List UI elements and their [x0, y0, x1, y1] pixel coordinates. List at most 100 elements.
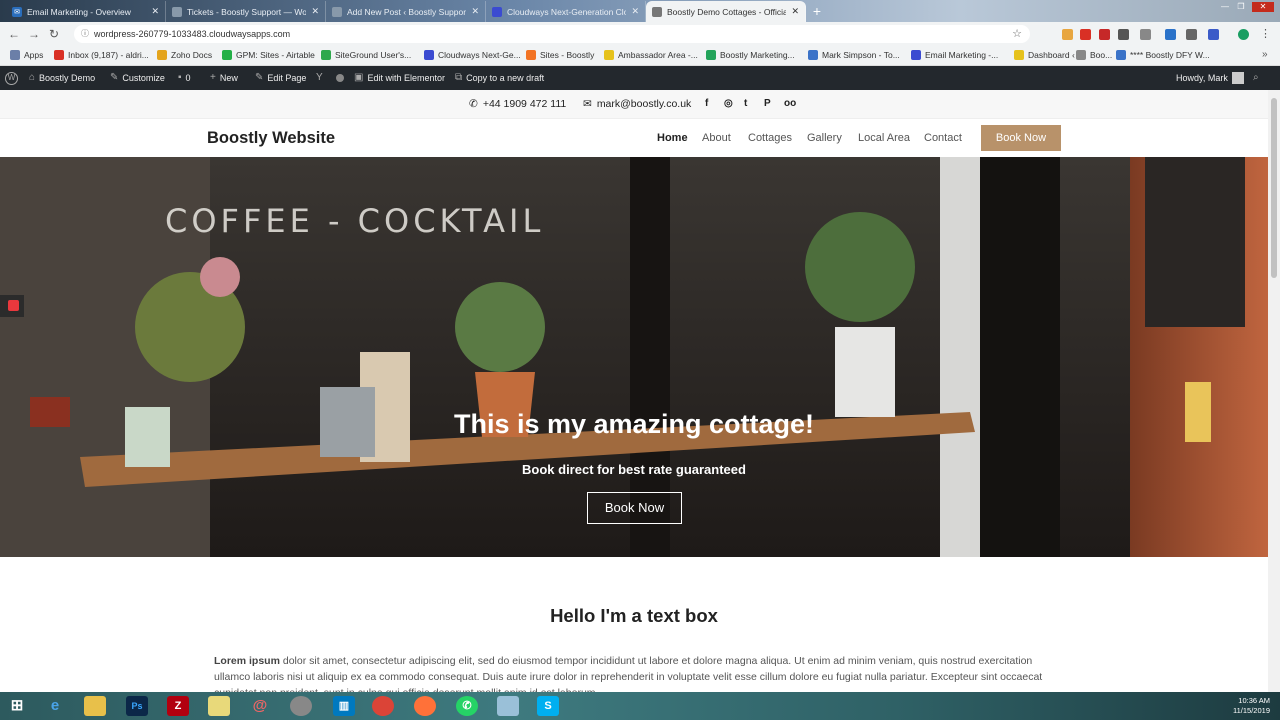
- bookmark-item[interactable]: Sites - Boostly: [526, 50, 594, 60]
- extension-icon[interactable]: [1208, 29, 1219, 40]
- browser-tab[interactable]: ✉ Email Marketing - Overview ✕: [6, 1, 166, 22]
- docs-icon: [1116, 50, 1126, 60]
- firefox-icon[interactable]: [414, 696, 436, 716]
- email-link[interactable]: ✉ mark@boostly.co.uk: [583, 98, 691, 110]
- browser-tab[interactable]: Add New Post ‹ Boostly Support ✕: [326, 1, 486, 22]
- close-tab-icon[interactable]: ✕: [151, 6, 159, 17]
- wp-account-menu[interactable]: Howdy, Mark: [1176, 66, 1244, 90]
- bookmark-item[interactable]: Apps: [10, 50, 43, 60]
- page-scrollbar[interactable]: [1268, 90, 1280, 692]
- folder-icon: [157, 50, 167, 60]
- wp-site-link[interactable]: ⌂ Boostly Demo: [29, 66, 95, 90]
- phone-link[interactable]: ✆ +44 1909 472 111: [469, 98, 566, 110]
- wp-comments-link[interactable]: ▪ 0: [178, 66, 191, 90]
- globe-icon: [332, 6, 342, 17]
- bookmark-item[interactable]: SiteGround User's...: [321, 50, 411, 60]
- menu-dots-icon[interactable]: ⋮: [1260, 27, 1271, 40]
- wp-customize-link[interactable]: ✎ Customize: [110, 66, 165, 90]
- bookmark-item[interactable]: **** Boostly DFY W...: [1116, 50, 1210, 60]
- close-tab-icon[interactable]: ✕: [631, 6, 639, 17]
- wordpress-logo-icon[interactable]: W: [5, 66, 18, 90]
- bookmark-item[interactable]: Mark Simpson - To...: [808, 50, 900, 60]
- globe-icon: [1076, 50, 1086, 60]
- more-bookmarks-icon[interactable]: »: [1262, 49, 1268, 60]
- bookmark-item[interactable]: Inbox (9,187) - aldri...: [54, 50, 149, 60]
- bookmark-item[interactable]: Ambassador Area -...: [604, 50, 698, 60]
- reload-icon[interactable]: ↻: [44, 24, 64, 44]
- bookmark-item[interactable]: Zoho Docs: [157, 50, 212, 60]
- browser-tab[interactable]: Tickets - Boostly Support — Wo ✕: [166, 1, 326, 22]
- close-tab-icon[interactable]: ✕: [471, 6, 479, 17]
- yoast-icon[interactable]: Y: [316, 66, 323, 90]
- forward-arrow-icon[interactable]: →: [24, 24, 44, 44]
- settings-app-icon[interactable]: [290, 696, 312, 716]
- search-icon[interactable]: ⌕: [1253, 66, 1259, 90]
- email-app-icon: [911, 50, 921, 60]
- bookmark-item[interactable]: Boo...: [1076, 50, 1112, 60]
- address-bar[interactable]: ⓘ wordpress-260779-1033483.cloudwaysapps…: [74, 25, 1030, 43]
- restore-window-icon[interactable]: ❐: [1234, 2, 1248, 12]
- extension-icon[interactable]: [1062, 29, 1073, 40]
- nav-local-area[interactable]: Local Area: [858, 132, 910, 144]
- chrome-icon[interactable]: [372, 696, 394, 716]
- filezilla-icon[interactable]: Z: [167, 696, 189, 716]
- browser-tab[interactable]: Cloudways Next-Generation Clo ✕: [486, 1, 646, 22]
- minimize-window-icon[interactable]: —: [1218, 2, 1232, 12]
- whatsapp-icon[interactable]: ✆: [456, 696, 478, 716]
- nav-about[interactable]: About: [702, 132, 731, 144]
- elementor-icon: ▣: [354, 72, 364, 83]
- site-logo[interactable]: Boostly Website: [207, 129, 335, 148]
- bookmark-item[interactable]: Cloudways Next-Ge...: [424, 50, 521, 60]
- profile-avatar[interactable]: [1238, 29, 1249, 40]
- close-tab-icon[interactable]: ✕: [791, 6, 799, 17]
- bookmark-star-icon[interactable]: ☆: [1012, 25, 1022, 43]
- system-clock[interactable]: 10:36 AM 11/15/2019: [1233, 696, 1270, 716]
- browser-tab-active[interactable]: Boostly Demo Cottages - Officia ✕: [646, 1, 806, 22]
- download-icon[interactable]: [1165, 29, 1176, 40]
- new-tab-button[interactable]: +: [808, 2, 826, 20]
- info-icon[interactable]: ⓘ: [81, 25, 89, 43]
- twitter-icon[interactable]: t: [744, 98, 747, 109]
- back-arrow-icon[interactable]: ←: [4, 24, 24, 44]
- extension-icon[interactable]: [1080, 29, 1091, 40]
- plus-icon: +: [210, 72, 216, 83]
- trello-icon[interactable]: ▥: [333, 696, 355, 716]
- nav-contact[interactable]: Contact: [924, 132, 962, 144]
- photoshop-icon[interactable]: Ps: [126, 696, 148, 716]
- wp-elementor-link[interactable]: ▣ Edit with Elementor: [354, 66, 445, 90]
- file-explorer-icon[interactable]: [84, 696, 106, 716]
- facebook-icon[interactable]: f: [705, 98, 708, 109]
- recording-widget-button[interactable]: [0, 295, 24, 317]
- close-tab-icon[interactable]: ✕: [311, 6, 319, 17]
- extension-icon[interactable]: [1186, 29, 1197, 40]
- scrollbar-thumb[interactable]: [1271, 98, 1277, 278]
- bookmark-item[interactable]: Boostly Marketing...: [706, 50, 795, 60]
- nav-gallery[interactable]: Gallery: [807, 132, 842, 144]
- internet-explorer-icon[interactable]: e: [44, 696, 66, 716]
- bookmark-item[interactable]: Dashboard ‹: [1014, 50, 1075, 60]
- extension-icon[interactable]: [1140, 29, 1151, 40]
- instagram-icon[interactable]: ◎: [724, 98, 733, 109]
- pinterest-icon[interactable]: P: [764, 98, 771, 109]
- stop-icon: [8, 300, 19, 311]
- bookmark-item[interactable]: GPM: Sites - Airtable: [222, 50, 315, 60]
- nav-cottages[interactable]: Cottages: [748, 132, 792, 144]
- book-now-button[interactable]: Book Now: [981, 125, 1061, 151]
- nav-home[interactable]: Home: [657, 132, 688, 144]
- hero-book-now-button[interactable]: Book Now: [587, 492, 682, 524]
- wp-copy-draft-link[interactable]: ⧉ Copy to a new draft: [455, 66, 544, 90]
- pencil-icon: ✎: [255, 72, 264, 83]
- extension-icon[interactable]: [1118, 29, 1129, 40]
- bookmark-item[interactable]: Email Marketing -...: [911, 50, 998, 60]
- skype-icon[interactable]: S: [537, 696, 559, 716]
- windows-start-icon[interactable]: ⊞: [6, 696, 28, 716]
- wp-admin-bar: W ⌂ Boostly Demo ✎ Customize ▪ 0 + New ✎ Edit…: [0, 66, 1280, 90]
- spiral-app-icon[interactable]: @: [249, 696, 271, 716]
- wp-edit-page-link[interactable]: ✎ Edit Page: [255, 66, 306, 90]
- notes-icon[interactable]: [208, 696, 230, 716]
- notepad-icon[interactable]: [497, 696, 519, 716]
- wp-new-link[interactable]: + New: [210, 66, 238, 90]
- extension-icon[interactable]: [1099, 29, 1110, 40]
- close-window-icon[interactable]: ✕: [1252, 2, 1274, 12]
- tripadvisor-icon[interactable]: oo: [784, 98, 796, 109]
